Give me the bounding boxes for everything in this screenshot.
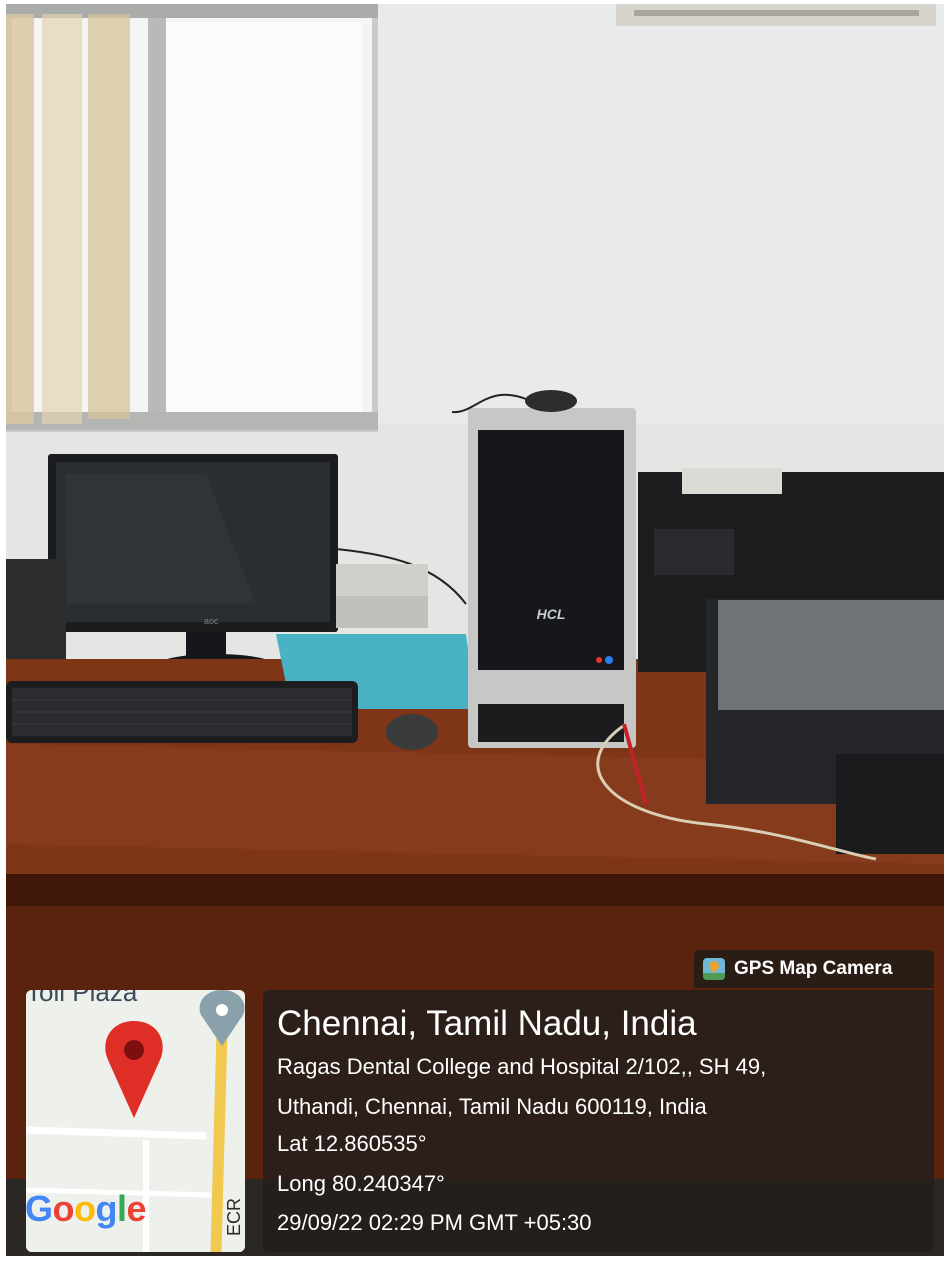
map-thumbnail: ECR Toll Plaza Google: [26, 990, 245, 1252]
address-line-1: Ragas Dental College and Hospital 2/102,…: [277, 1054, 767, 1079]
gps-badge-label: GPS Map Camera: [734, 958, 893, 979]
latitude: Lat 12.860535°: [277, 1131, 427, 1156]
road-label: ECR: [224, 1198, 244, 1236]
cpu-tower: HCL: [468, 408, 636, 748]
spare-mouse: [525, 390, 577, 412]
address-line-2: Uthandi, Chennai, Tamil Nadu 600119, Ind…: [277, 1094, 707, 1119]
speaker: [6, 559, 66, 671]
monitor-brand: aoc: [204, 616, 219, 626]
router: [336, 564, 428, 596]
timestamp: 29/09/22 02:29 PM GMT +05:30: [277, 1210, 592, 1235]
city-line: Chennai, Tamil Nadu, India: [277, 1004, 697, 1043]
window: [6, 4, 378, 432]
location-info-panel: Chennai, Tamil Nadu, India Ragas Dental …: [263, 990, 934, 1252]
map-app-icon: [703, 958, 725, 980]
google-logo: Google: [26, 1188, 147, 1229]
mouse: [386, 714, 438, 750]
ecr-road: [210, 1029, 228, 1252]
keyboard: [6, 681, 358, 743]
cpu-brand-label: HCL: [537, 606, 566, 622]
place-label: Toll Plaza: [26, 990, 138, 1007]
longitude: Long 80.240347°: [277, 1171, 445, 1196]
gps-map-camera-badge: GPS Map Camera: [694, 950, 934, 988]
